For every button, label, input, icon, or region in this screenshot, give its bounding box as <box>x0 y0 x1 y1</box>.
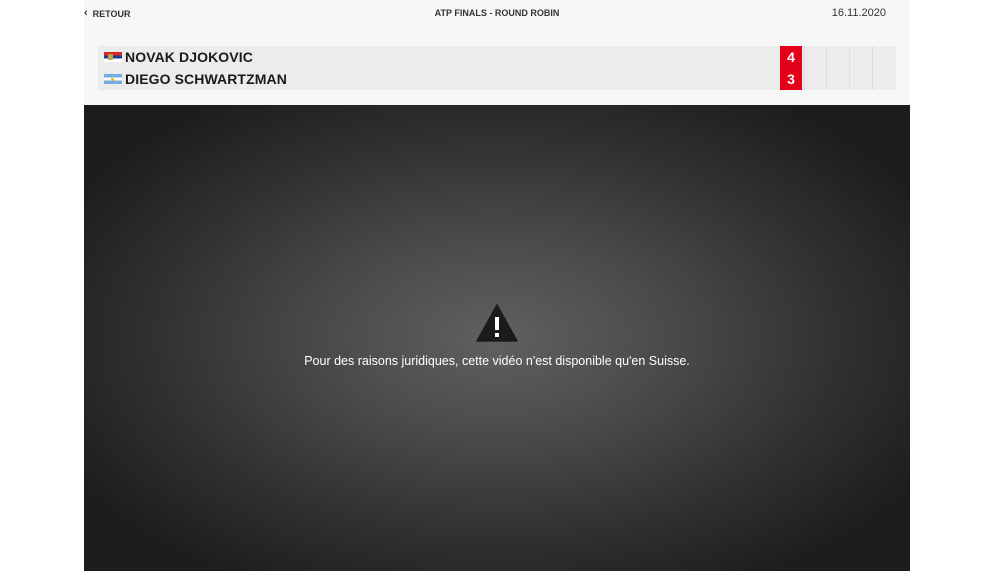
set-divider <box>849 46 850 90</box>
event-title: ATP FINALS - ROUND ROBIN <box>434 8 560 18</box>
scoreboard: NOVAK DJOKOVIC DIEGO SCHWARTZMAN 4 3 <box>98 46 896 90</box>
serbia-flag-icon <box>104 52 122 62</box>
match-date: 16.11.2020 <box>831 7 886 19</box>
video-player[interactable]: Pour des raisons juridiques, cette vidéo… <box>84 105 910 571</box>
player-name: NOVAK DJOKOVIC <box>125 49 253 65</box>
player-name: DIEGO SCHWARTZMAN <box>125 71 287 87</box>
top-bar: ‹ RETOUR ATP FINALS - ROUND ROBIN 16.11.… <box>84 0 910 28</box>
player-score: 4 <box>787 49 795 65</box>
set-divider <box>804 46 805 90</box>
argentina-flag-icon <box>104 74 122 84</box>
set-divider <box>826 46 827 90</box>
player-score: 3 <box>787 71 795 87</box>
set-divider <box>872 46 873 90</box>
geo-restriction-message: Pour des raisons juridiques, cette vidéo… <box>304 354 690 368</box>
player-row: DIEGO SCHWARTZMAN <box>104 68 287 90</box>
warning-icon <box>476 304 518 342</box>
player-row: NOVAK DJOKOVIC <box>104 46 253 68</box>
current-set-scores: 4 3 <box>780 46 802 90</box>
